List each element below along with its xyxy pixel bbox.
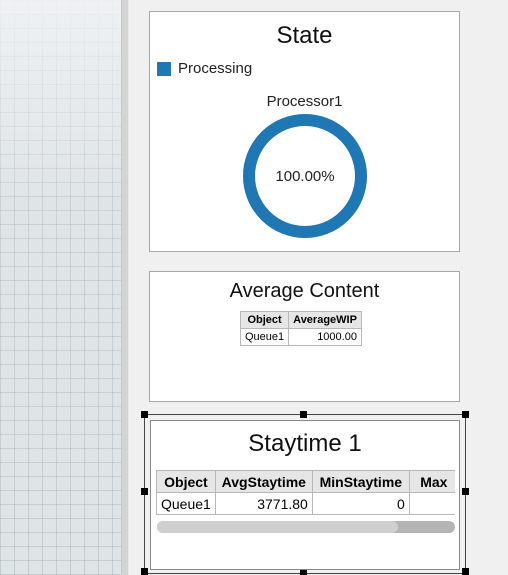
splitter[interactable] — [121, 0, 129, 575]
average-content-panel[interactable]: Average Content Object AverageWIP Queue1… — [149, 271, 460, 402]
horizontal-scrollbar[interactable] — [157, 521, 455, 533]
table-row: Queue1 3771.80 0 — [156, 492, 455, 515]
column-header: Object — [156, 470, 216, 493]
panel-title: Average Content — [229, 280, 380, 302]
legend: Processing — [157, 60, 252, 77]
staytime-panel[interactable]: Staytime 1 Object AvgStaytime MinStaytim… — [150, 420, 460, 570]
panel-title: Staytime 1 — [248, 430, 362, 457]
table-header-row: Object AvgStaytime MinStaytime Max — [156, 470, 455, 493]
column-header: AverageWIP — [288, 311, 362, 329]
3d-view-floor[interactable] — [0, 0, 121, 575]
column-header: MinStaytime — [311, 470, 410, 493]
resize-handle-bottom-right[interactable] — [462, 568, 469, 575]
table-header-row: Object AverageWIP — [239, 311, 362, 329]
column-header: AvgStaytime — [214, 470, 313, 493]
table-cell: 1000.00 — [288, 328, 362, 346]
legend-swatch — [157, 61, 171, 76]
legend-label: Processing — [178, 60, 253, 77]
column-header: Max — [408, 470, 455, 493]
state-chart-panel[interactable]: State Processing Processor1 100.00% — [149, 11, 460, 252]
resize-handle-top-left[interactable] — [141, 411, 148, 418]
table-cell: 3771.80 — [214, 492, 313, 515]
resize-handle-top[interactable] — [300, 411, 307, 418]
scrollbar-thumb[interactable] — [157, 521, 399, 533]
table-viewport: Object AvgStaytime MinStaytime Max Queue… — [156, 470, 455, 515]
table-cell: Queue1 — [239, 328, 290, 346]
donut-title: Processor1 — [266, 93, 343, 110]
table-cell — [408, 492, 455, 515]
table-row: Queue1 1000.00 — [239, 328, 362, 346]
resize-handle-right[interactable] — [462, 488, 469, 495]
staytime-table: Object AvgStaytime MinStaytime Max Queue… — [156, 470, 455, 515]
average-content-table: Object AverageWIP Queue1 1000.00 — [239, 311, 362, 346]
resize-handle-top-right[interactable] — [462, 411, 469, 418]
column-header: Object — [239, 311, 290, 329]
table-cell: 0 — [311, 492, 410, 515]
resize-handle-left[interactable] — [141, 488, 148, 495]
table-cell: Queue1 — [156, 492, 216, 515]
panel-title: State — [276, 22, 333, 49]
resize-handle-bottom-left[interactable] — [141, 568, 148, 575]
donut-center-label: 100.00% — [275, 167, 335, 185]
